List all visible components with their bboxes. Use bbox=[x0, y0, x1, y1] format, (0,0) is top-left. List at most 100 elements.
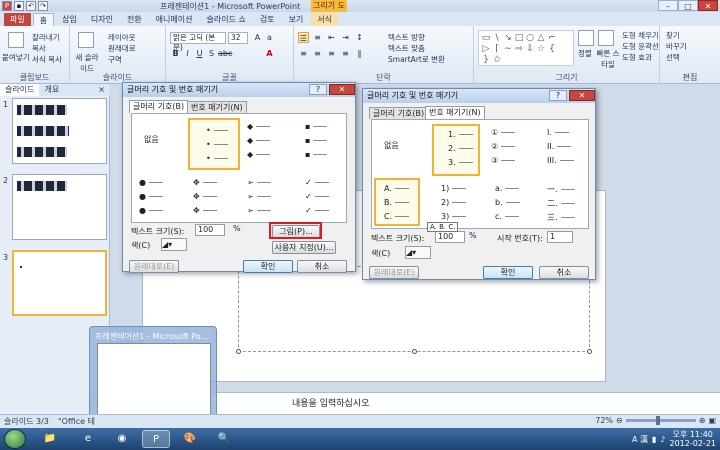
justify-icon[interactable]: ≡ bbox=[340, 48, 351, 59]
shape-triangle-icon[interactable]: △ bbox=[536, 33, 546, 43]
bullet-check-cell[interactable]: ✓ ✓ ✓ bbox=[302, 176, 336, 220]
file-explorer-icon[interactable]: 📁 bbox=[36, 430, 64, 448]
shapes-gallery[interactable]: ▭ \ ↘ □ ○ △ ⌐ ▷ ⌈ ∼ ⇨ ⇩ ☆ { } ✩ bbox=[478, 30, 574, 66]
close-panel-icon[interactable]: × bbox=[93, 84, 110, 96]
shape-outline-button[interactable]: 도형 윤곽선 bbox=[622, 41, 659, 52]
numbering-circled-cell[interactable]: ① ② ③ bbox=[488, 126, 522, 170]
quick-styles-icon[interactable] bbox=[598, 30, 614, 46]
tab-numbering[interactable]: 번호 매기기(N) bbox=[187, 101, 247, 113]
shape-lshape-icon[interactable]: ⌐ bbox=[547, 33, 557, 43]
customize-button[interactable]: 사용자 지정(U)... bbox=[272, 241, 336, 254]
bullet-dot-small-cell[interactable]: • • • bbox=[188, 118, 240, 170]
bullets-icon[interactable]: ☰ bbox=[298, 32, 309, 43]
numbering-upper-alpha-cell[interactable]: A. B. C. bbox=[374, 178, 420, 226]
convert-smartart-button[interactable]: SmartArt로 변환 bbox=[388, 54, 445, 65]
numbering-paren-cell[interactable]: 1) 2) 3) bbox=[438, 182, 472, 226]
tab-review[interactable]: 검토 bbox=[254, 13, 281, 26]
text-size-input[interactable]: 100 bbox=[435, 231, 465, 243]
numbering-hanja-cell[interactable]: 一. 二. 三. bbox=[544, 182, 578, 226]
tab-insert[interactable]: 삽입 bbox=[56, 13, 83, 26]
paste-icon[interactable] bbox=[8, 32, 24, 48]
color-picker-button[interactable]: ◢▾ bbox=[405, 246, 431, 259]
text-size-input[interactable]: 100 bbox=[195, 224, 225, 236]
find-button[interactable]: 찾기 bbox=[666, 30, 680, 41]
save-icon[interactable]: ▪ bbox=[14, 1, 24, 11]
numbering-icon[interactable]: ≡ bbox=[312, 32, 323, 43]
tab-transitions[interactable]: 전환 bbox=[121, 13, 148, 26]
align-right-icon[interactable]: ≡ bbox=[326, 48, 337, 59]
bullet-none-cell[interactable]: 없음 bbox=[136, 120, 170, 164]
grow-font-icon[interactable]: A bbox=[252, 32, 263, 43]
reset-button[interactable]: 원래대로 bbox=[108, 43, 136, 54]
arrange-button[interactable]: 정렬 bbox=[578, 48, 592, 59]
bullet-arrow-cell[interactable]: ➢ ➢ ➢ bbox=[244, 176, 278, 220]
shape-star2-icon[interactable]: ✩ bbox=[492, 55, 502, 65]
italic-icon[interactable]: I bbox=[182, 48, 193, 59]
align-center-icon[interactable]: ≡ bbox=[312, 48, 323, 59]
bullet-diamond-cell[interactable]: ◆ ◆ ◆ bbox=[244, 120, 278, 164]
powerpoint-taskbar-icon[interactable]: P bbox=[142, 430, 170, 448]
tab-bullets[interactable]: 글머리 기호(B) bbox=[129, 100, 189, 113]
zoom-slider[interactable] bbox=[625, 416, 696, 425]
minimize-button[interactable]: – bbox=[658, 0, 678, 11]
numbering-arabic-cell[interactable]: 1. 2. 3. bbox=[432, 124, 480, 176]
zoom-level[interactable]: 72% bbox=[595, 416, 613, 425]
tab-home[interactable]: 홈 bbox=[32, 13, 55, 26]
align-text-button[interactable]: 텍스트 맞춤 bbox=[388, 43, 425, 54]
layout-button[interactable]: 레이아웃 bbox=[108, 32, 136, 43]
redo-icon[interactable]: ↷ bbox=[38, 1, 48, 11]
bold-icon[interactable]: B bbox=[170, 48, 181, 59]
shape-downarrow-icon[interactable]: ⇩ bbox=[525, 44, 535, 54]
tab-numbering[interactable]: 번호 매기기(N) bbox=[425, 106, 485, 119]
cut-button[interactable]: 잘라내기 bbox=[32, 32, 60, 43]
numbering-roman-cell[interactable]: I. II. III. bbox=[544, 126, 578, 170]
cancel-button[interactable]: 취소 bbox=[539, 266, 589, 279]
quick-styles-button[interactable]: 빠른 스타일 bbox=[596, 48, 620, 70]
bullet-square-cell[interactable]: ▪ ▪ ▪ bbox=[302, 120, 336, 164]
select-button[interactable]: 선택 bbox=[666, 52, 680, 63]
tab-bullets[interactable]: 글머리 기호(B) bbox=[369, 107, 429, 119]
shape-textbox-icon[interactable]: ▭ bbox=[481, 33, 491, 43]
zoom-in-icon[interactable]: ⊕ bbox=[699, 416, 706, 425]
undo-icon[interactable]: ↶ bbox=[26, 1, 36, 11]
shape-oval-icon[interactable]: ○ bbox=[525, 33, 535, 43]
tab-animations[interactable]: 애니메이션 bbox=[150, 13, 199, 26]
shape-curve-icon[interactable]: ∼ bbox=[503, 44, 513, 54]
slide-thumbnail-1[interactable] bbox=[12, 98, 107, 164]
network-icon[interactable]: ▮ bbox=[652, 435, 656, 444]
help-button[interactable]: ? bbox=[549, 90, 567, 101]
replace-button[interactable]: 바꾸기 bbox=[666, 41, 687, 52]
internet-explorer-icon[interactable]: e bbox=[74, 430, 102, 448]
firefox-icon[interactable]: ◉ bbox=[108, 430, 136, 448]
magnifier-icon[interactable]: 🔍 bbox=[210, 430, 238, 448]
shape-brace2-icon[interactable]: } bbox=[481, 55, 491, 65]
tab-view[interactable]: 보기 bbox=[283, 13, 310, 26]
tab-outline[interactable]: 개요 bbox=[39, 84, 64, 96]
resize-handle[interactable] bbox=[236, 349, 241, 354]
resize-handle[interactable] bbox=[412, 349, 417, 354]
reset-button[interactable]: 원래대로(E) bbox=[369, 266, 419, 279]
strikethrough-icon[interactable]: abc bbox=[218, 48, 232, 59]
paste-button[interactable]: 붙여넣기 bbox=[2, 52, 30, 63]
color-picker-button[interactable]: ◢▾ bbox=[161, 238, 187, 251]
increase-indent-icon[interactable]: ⇥ bbox=[340, 32, 351, 43]
taskbar-thumbnail-preview[interactable]: 프레젠테이션1 - Microsoft Po... bbox=[89, 326, 217, 422]
powerpoint-app-icon[interactable]: P bbox=[2, 1, 12, 11]
tab-slides[interactable]: 슬라이드 bbox=[0, 84, 40, 96]
tab-slideshow[interactable]: 슬라이드 쇼 bbox=[200, 13, 251, 26]
arrange-icon[interactable] bbox=[578, 30, 594, 46]
columns-icon[interactable]: ‖ bbox=[354, 48, 365, 59]
shape-brace-icon[interactable]: { bbox=[547, 44, 557, 54]
decrease-indent-icon[interactable]: ⇤ bbox=[326, 32, 337, 43]
copy-button[interactable]: 복사 bbox=[32, 43, 46, 54]
tab-file[interactable]: 파일 bbox=[4, 13, 31, 26]
zoom-slider-knob[interactable] bbox=[655, 416, 660, 425]
shape-line-icon[interactable]: \ bbox=[492, 33, 502, 43]
new-slide-button[interactable]: 새 슬라이드 bbox=[74, 52, 100, 74]
paint-icon[interactable]: 🎨 bbox=[176, 430, 204, 448]
zoom-out-icon[interactable]: ⊖ bbox=[616, 416, 623, 425]
numbering-none-cell[interactable]: 없음 bbox=[378, 126, 412, 170]
format-painter-button[interactable]: 서식 복사 bbox=[32, 54, 62, 65]
maximize-button[interactable]: □ bbox=[678, 0, 698, 11]
text-direction-button[interactable]: 텍스트 방향 bbox=[388, 32, 425, 43]
